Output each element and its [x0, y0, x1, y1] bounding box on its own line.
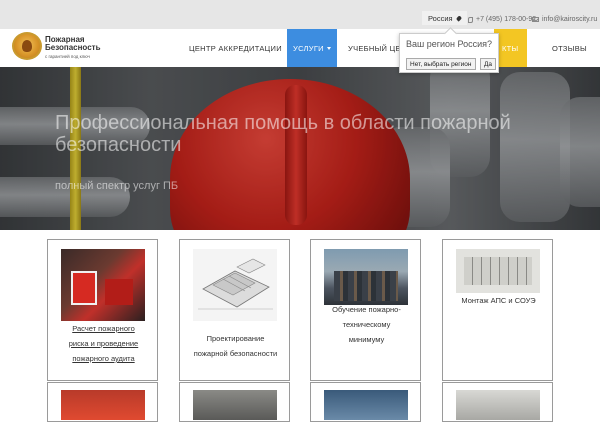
training-group-image[interactable]: [324, 249, 408, 305]
hero-subtitle: полный спектр услуг ПБ: [55, 180, 179, 192]
service-card[interactable]: [442, 382, 553, 422]
fire-alarm-image[interactable]: [61, 249, 145, 321]
service-card-fire-risk[interactable]: Расчет пожарного риска и проведение пожа…: [47, 239, 158, 381]
service-title-line: Проектирование: [206, 334, 265, 343]
nav-label: ОТЗЫВЫ: [552, 43, 587, 53]
service-title-line[interactable]: пожарного аудита: [52, 351, 155, 366]
service-thumbnail[interactable]: [456, 390, 540, 420]
service-title-line: пожарной безопасности: [193, 349, 278, 358]
nav-item-services[interactable]: УСЛУГИ: [287, 29, 337, 67]
site-header: Пожарная Безопасность с гарантией под кл…: [0, 29, 600, 67]
confirm-region-button[interactable]: Да: [480, 58, 497, 70]
service-card-training[interactable]: Обучение пожарно- техническому минимуму: [310, 239, 421, 381]
hero-banner: Профессиональная помощь в области пожарн…: [0, 67, 600, 230]
map-pin-icon: [455, 14, 462, 22]
service-thumbnail[interactable]: [193, 390, 277, 420]
region-selector[interactable]: Россия: [422, 11, 467, 25]
service-title-line: Обучение пожарно-: [332, 305, 401, 314]
building-sketch-icon: [198, 258, 273, 310]
nav-item-reviews[interactable]: ОТЗЫВЫ: [552, 29, 587, 67]
top-bar: Россия +7 (495) 178-00-92 info@kairoscit…: [0, 0, 600, 29]
service-title[interactable]: Монтаж АПС и СОУЭ: [447, 293, 550, 308]
service-card-design[interactable]: Проектирование пожарной безопасности: [179, 239, 290, 381]
service-title-line: техническому: [342, 320, 391, 329]
service-title-link[interactable]: Расчет пожарного риска и проведение пожа…: [52, 321, 155, 366]
service-title-line[interactable]: риска и проведение: [52, 336, 155, 351]
service-thumbnail[interactable]: [61, 390, 145, 420]
service-card-installation[interactable]: Монтаж АПС и СОУЭ: [442, 239, 553, 381]
email-contact[interactable]: info@kairoscity.ru: [532, 16, 597, 23]
phone-number[interactable]: +7 (495) 178-00-92: [476, 16, 536, 23]
region-question: Ваш регион Россия?: [405, 39, 493, 49]
nav-label: ЦЕНТР АККРЕДИТАЦИИ: [189, 43, 282, 53]
email-address[interactable]: info@kairoscity.ru: [542, 16, 597, 23]
nav-label: УСЛУГИ: [293, 43, 324, 53]
chevron-down-icon: [326, 46, 331, 50]
choose-region-button[interactable]: Нет, выбрать регион: [406, 58, 476, 70]
nav-item-accreditation[interactable]: ЦЕНТР АККРЕДИТАЦИИ: [189, 29, 282, 67]
people-group: [334, 271, 398, 301]
alarm-box: [105, 279, 133, 305]
logo-subtitle: с гарантией под ключ: [45, 54, 90, 59]
service-title-line: минимуму: [348, 335, 385, 344]
service-thumbnail[interactable]: [324, 390, 408, 420]
region-label[interactable]: Россия: [428, 14, 453, 23]
blueprint-image[interactable]: [193, 249, 277, 321]
envelope-icon: [532, 17, 539, 22]
alarm-box: [71, 271, 97, 305]
service-card[interactable]: [179, 382, 290, 422]
service-card[interactable]: [47, 382, 158, 422]
logo-emblem[interactable]: [12, 32, 42, 60]
service-card[interactable]: [310, 382, 421, 422]
nav-label: КТЫ: [502, 43, 519, 53]
phone-icon: [468, 16, 473, 23]
panel-modules: [464, 257, 532, 285]
region-confirm-popup: Ваш регион Россия? Нет, выбрать регион Д…: [399, 33, 499, 73]
logo-title[interactable]: Пожарная Безопасность: [45, 36, 105, 52]
service-title-line[interactable]: Расчет пожарного: [52, 321, 155, 336]
alarm-panel-image[interactable]: [456, 249, 540, 293]
hero-title: Профессиональная помощь в области пожарн…: [55, 112, 511, 156]
service-title[interactable]: Проектирование пожарной безопасности: [184, 331, 287, 361]
service-title-line: Монтаж АПС и СОУЭ: [461, 296, 536, 305]
phone-contact[interactable]: +7 (495) 178-00-92: [468, 16, 536, 23]
service-title[interactable]: Обучение пожарно- техническому минимуму: [315, 302, 418, 347]
